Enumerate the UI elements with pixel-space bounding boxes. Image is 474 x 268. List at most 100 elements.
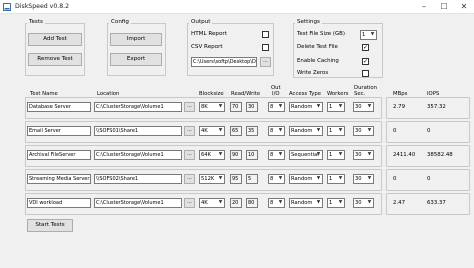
chevron-down-icon: ▼: [367, 104, 372, 109]
window-title: DiskSpeed v0.8.2: [15, 3, 70, 10]
delete-test-file-checkbox[interactable]: ✓: [362, 44, 369, 51]
config-group: [107, 23, 166, 76]
read-percent-input[interactable]: 20: [230, 198, 242, 208]
workers-select[interactable]: 1 ▼: [327, 198, 345, 208]
chevron-down-icon: ▼: [218, 200, 223, 205]
mbps-value: 2.79: [393, 104, 406, 110]
out-io-select[interactable]: 8 ▼: [268, 126, 285, 136]
access-type-select[interactable]: Sequential ▼: [289, 150, 323, 160]
output-group-label: Output: [189, 19, 213, 26]
location-input[interactable]: C:\ClusterStorage\Volume1: [94, 198, 182, 208]
location-browse-button[interactable]: ...: [184, 198, 195, 208]
workers-select[interactable]: 1 ▼: [327, 174, 345, 184]
blocksize-value: 512K: [201, 176, 215, 182]
output-path-input[interactable]: C:\Users\softp\Desktop\Dis: [191, 57, 257, 67]
duration-select[interactable]: 30 ▼: [353, 174, 374, 184]
write-percent-input[interactable]: 35: [246, 126, 258, 136]
blocksize-select[interactable]: 4K ▼: [199, 198, 225, 208]
chevron-down-icon: ▼: [370, 32, 375, 37]
access-type-select[interactable]: Random ▼: [289, 174, 323, 184]
duration-select[interactable]: 30 ▼: [353, 198, 374, 208]
write-percent-input[interactable]: 30: [246, 102, 258, 112]
chevron-down-icon: ▼: [367, 128, 372, 133]
iops-value: 0: [427, 128, 431, 134]
import-button[interactable]: Import: [110, 33, 162, 46]
out-io-value: 8: [270, 104, 274, 110]
test-name-input[interactable]: Database Server: [27, 102, 91, 112]
out-io-select[interactable]: 8 ▼: [268, 198, 285, 208]
html-report-label: HTML Report: [191, 31, 227, 37]
test-file-size-select[interactable]: 1 ▼: [360, 30, 377, 40]
location-input[interactable]: \\SOFS01\Share1: [94, 126, 182, 136]
access-type-value: Random: [291, 104, 313, 110]
read-percent-input[interactable]: 90: [230, 150, 242, 160]
iops-value: 38582.48: [427, 152, 453, 158]
blocksize-select[interactable]: 8K ▼: [199, 102, 225, 112]
out-io-select[interactable]: 8 ▼: [268, 102, 285, 112]
tests-group: [25, 23, 85, 76]
duration-select[interactable]: 30 ▼: [353, 102, 374, 112]
location-browse-button[interactable]: ...: [184, 174, 195, 184]
blocksize-select[interactable]: 64K ▼: [199, 150, 225, 160]
output-browse-button[interactable]: ...: [260, 57, 271, 67]
export-button[interactable]: Export: [110, 53, 162, 66]
out-io-value: 8: [270, 200, 274, 206]
access-type-value: Random: [291, 176, 313, 182]
write-zeros-checkbox[interactable]: [362, 70, 369, 77]
access-type-value: Random: [291, 128, 313, 134]
remove-test-button[interactable]: Remove Test: [28, 53, 82, 66]
access-type-select[interactable]: Random ▼: [289, 102, 323, 112]
write-percent-input[interactable]: 80: [246, 198, 258, 208]
location-browse-button[interactable]: ...: [184, 126, 195, 136]
chevron-down-icon: ▼: [338, 176, 343, 181]
location-input[interactable]: C:\ClusterStorage\Volume1: [94, 102, 182, 112]
workers-select[interactable]: 1 ▼: [327, 102, 345, 112]
location-browse-button[interactable]: ...: [184, 102, 195, 112]
access-type-select[interactable]: Random ▼: [289, 126, 323, 136]
read-percent-input[interactable]: 70: [230, 102, 242, 112]
out-io-select[interactable]: 8 ▼: [268, 174, 285, 184]
access-type-select[interactable]: Random ▼: [289, 198, 323, 208]
iops-value: 0: [427, 176, 431, 182]
out-io-value: 8: [270, 176, 274, 182]
csv-report-checkbox[interactable]: [262, 44, 269, 51]
app-icon: [3, 3, 11, 11]
write-percent-input[interactable]: 5: [246, 174, 258, 184]
workers-select[interactable]: 1 ▼: [327, 126, 345, 136]
chevron-down-icon: ▼: [367, 176, 372, 181]
out-io-select[interactable]: 8 ▼: [268, 150, 285, 160]
location-input[interactable]: C:\ClusterStorage\Volume1: [94, 150, 182, 160]
test-name-input[interactable]: Archival FileServer: [27, 150, 91, 160]
out-io-value: 8: [270, 152, 274, 158]
workers-select[interactable]: 1 ▼: [327, 150, 345, 160]
chevron-down-icon: ▼: [278, 104, 283, 109]
html-report-checkbox[interactable]: [262, 31, 269, 38]
chevron-down-icon: ▼: [278, 128, 283, 133]
write-percent-input[interactable]: 10: [246, 150, 258, 160]
test-name-input[interactable]: Email Server: [27, 126, 91, 136]
add-test-button[interactable]: Add Test: [28, 33, 82, 46]
location-browse-button[interactable]: ...: [184, 150, 195, 160]
maximize-button[interactable]: ☐: [434, 0, 454, 14]
minimize-button[interactable]: –: [414, 0, 434, 14]
read-percent-input[interactable]: 95: [230, 174, 242, 184]
duration-select[interactable]: 30 ▼: [353, 126, 374, 136]
location-input[interactable]: \\SOFS02\Share1: [94, 174, 182, 184]
read-percent-input[interactable]: 65: [230, 126, 242, 136]
test-name-input[interactable]: VDI workload: [27, 198, 91, 208]
close-button[interactable]: ✕: [454, 0, 474, 14]
checkmark-icon: ✓: [363, 44, 369, 51]
blocksize-select[interactable]: 512K ▼: [199, 174, 225, 184]
start-tests-button[interactable]: Start Tests: [27, 219, 73, 232]
mbps-value: 0: [393, 176, 397, 182]
duration-select[interactable]: 30 ▼: [353, 150, 374, 160]
duration-value: 30: [355, 104, 362, 110]
blocksize-select[interactable]: 4K ▼: [199, 126, 225, 136]
chevron-down-icon: ▼: [278, 152, 283, 157]
title-bar: DiskSpeed v0.8.2 – ☐ ✕: [0, 0, 474, 14]
chevron-down-icon: ▼: [338, 152, 343, 157]
test-name-input[interactable]: Streaming Media Server: [27, 174, 91, 184]
duration-value: 30: [355, 152, 362, 158]
chevron-down-icon: ▼: [278, 176, 283, 181]
enable-caching-checkbox[interactable]: ✓: [362, 58, 369, 65]
